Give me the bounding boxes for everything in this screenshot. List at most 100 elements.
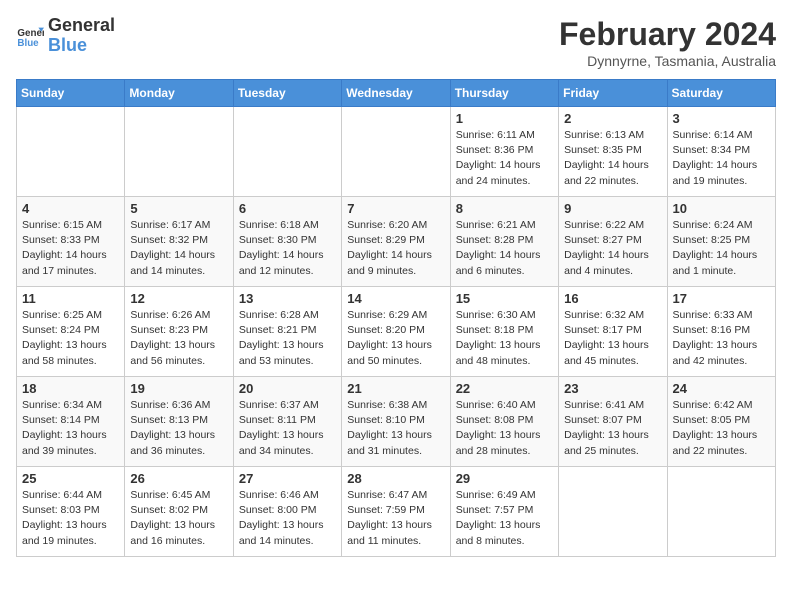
calendar-cell: 22Sunrise: 6:40 AMSunset: 8:08 PMDayligh…	[450, 377, 558, 467]
calendar-cell	[125, 107, 233, 197]
calendar-cell	[559, 467, 667, 557]
calendar-cell: 6Sunrise: 6:18 AMSunset: 8:30 PMDaylight…	[233, 197, 341, 287]
day-info: Sunrise: 6:20 AMSunset: 8:29 PMDaylight:…	[347, 218, 444, 279]
day-number: 9	[564, 201, 661, 216]
day-number: 19	[130, 381, 227, 396]
day-info: Sunrise: 6:46 AMSunset: 8:00 PMDaylight:…	[239, 488, 336, 549]
calendar-week-row: 11 Sunrise: 6:25 AMSunset: 8:24 PMDayligh…	[17, 287, 776, 377]
calendar-cell: 24Sunrise: 6:42 AMSunset: 8:05 PMDayligh…	[667, 377, 775, 467]
calendar-cell: 4Sunrise: 6:15 AMSunset: 8:33 PMDaylight…	[17, 197, 125, 287]
calendar-cell: 26Sunrise: 6:45 AMSunset: 8:02 PMDayligh…	[125, 467, 233, 557]
day-number: 22	[456, 381, 553, 396]
day-number: 6	[239, 201, 336, 216]
day-number: 15	[456, 291, 553, 306]
day-number: 17	[673, 291, 770, 306]
day-number: 2	[564, 111, 661, 126]
day-number: 4	[22, 201, 119, 216]
calendar-cell: 2 Sunrise: 6:13 AMSunset: 8:35 PMDaylight…	[559, 107, 667, 197]
day-info: Sunrise: 6:17 AMSunset: 8:32 PMDaylight:…	[130, 218, 227, 279]
calendar-cell: 9 Sunrise: 6:22 AMSunset: 8:27 PMDaylight…	[559, 197, 667, 287]
day-number: 28	[347, 471, 444, 486]
day-info: Sunrise: 6:22 AMSunset: 8:27 PMDaylight:…	[564, 218, 661, 279]
day-info: Sunrise: 6:14 AMSunset: 8:34 PMDaylight:…	[673, 128, 770, 189]
title-block: February 2024 Dynnyrne, Tasmania, Austra…	[559, 16, 776, 69]
day-number: 20	[239, 381, 336, 396]
calendar-week-row: 1Sunrise: 6:11 AMSunset: 8:36 PMDaylight…	[17, 107, 776, 197]
calendar-cell: 19Sunrise: 6:36 AMSunset: 8:13 PMDayligh…	[125, 377, 233, 467]
day-number: 3	[673, 111, 770, 126]
calendar-cell: 1Sunrise: 6:11 AMSunset: 8:36 PMDaylight…	[450, 107, 558, 197]
calendar-week-row: 18 Sunrise: 6:34 AMSunset: 8:14 PMDayligh…	[17, 377, 776, 467]
day-info: Sunrise: 6:29 AMSunset: 8:20 PMDaylight:…	[347, 308, 444, 369]
calendar-cell	[667, 467, 775, 557]
day-info: Sunrise: 6:32 AMSunset: 8:17 PMDaylight:…	[564, 308, 661, 369]
calendar-cell: 27 Sunrise: 6:46 AMSunset: 8:00 PMDayligh…	[233, 467, 341, 557]
day-number: 23	[564, 381, 661, 396]
calendar-subtitle: Dynnyrne, Tasmania, Australia	[559, 53, 776, 69]
day-number: 11	[22, 291, 119, 306]
day-info: Sunrise: 6:34 AMSunset: 8:14 PMDaylight:…	[22, 398, 119, 459]
svg-text:Blue: Blue	[17, 38, 39, 49]
day-number: 8	[456, 201, 553, 216]
day-info: Sunrise: 6:47 AMSunset: 7:59 PMDaylight:…	[347, 488, 444, 549]
day-number: 12	[130, 291, 227, 306]
day-number: 7	[347, 201, 444, 216]
calendar-cell: 29 Sunrise: 6:49 AMSunset: 7:57 PMDayligh…	[450, 467, 558, 557]
day-number: 29	[456, 471, 553, 486]
calendar-cell: 20 Sunrise: 6:37 AMSunset: 8:11 PMDayligh…	[233, 377, 341, 467]
calendar-cell	[233, 107, 341, 197]
calendar-cell	[17, 107, 125, 197]
calendar-cell: 7 Sunrise: 6:20 AMSunset: 8:29 PMDaylight…	[342, 197, 450, 287]
calendar-cell: 10 Sunrise: 6:24 AMSunset: 8:25 PMDayligh…	[667, 197, 775, 287]
calendar-week-row: 4Sunrise: 6:15 AMSunset: 8:33 PMDaylight…	[17, 197, 776, 287]
day-number: 21	[347, 381, 444, 396]
day-info: Sunrise: 6:26 AMSunset: 8:23 PMDaylight:…	[130, 308, 227, 369]
header-sunday: Sunday	[17, 80, 125, 107]
day-number: 27	[239, 471, 336, 486]
calendar-cell: 21 Sunrise: 6:38 AMSunset: 8:10 PMDayligh…	[342, 377, 450, 467]
day-info: Sunrise: 6:49 AMSunset: 7:57 PMDaylight:…	[456, 488, 553, 549]
day-number: 16	[564, 291, 661, 306]
calendar-cell: 8Sunrise: 6:21 AMSunset: 8:28 PMDaylight…	[450, 197, 558, 287]
calendar-cell: 28 Sunrise: 6:47 AMSunset: 7:59 PMDayligh…	[342, 467, 450, 557]
calendar-cell: 23Sunrise: 6:41 AMSunset: 8:07 PMDayligh…	[559, 377, 667, 467]
calendar-header-row: SundayMondayTuesdayWednesdayThursdayFrid…	[17, 80, 776, 107]
day-number: 5	[130, 201, 227, 216]
day-info: Sunrise: 6:37 AMSunset: 8:11 PMDaylight:…	[239, 398, 336, 459]
header-tuesday: Tuesday	[233, 80, 341, 107]
calendar-cell: 13 Sunrise: 6:28 AMSunset: 8:21 PMDayligh…	[233, 287, 341, 377]
logo-blue: Blue	[48, 36, 115, 56]
calendar-cell: 12 Sunrise: 6:26 AMSunset: 8:23 PMDayligh…	[125, 287, 233, 377]
day-info: Sunrise: 6:13 AMSunset: 8:35 PMDaylight:…	[564, 128, 661, 189]
calendar-cell: 3 Sunrise: 6:14 AMSunset: 8:34 PMDaylight…	[667, 107, 775, 197]
calendar-title: February 2024	[559, 16, 776, 53]
calendar-table: SundayMondayTuesdayWednesdayThursdayFrid…	[16, 79, 776, 557]
calendar-cell: 5 Sunrise: 6:17 AMSunset: 8:32 PMDaylight…	[125, 197, 233, 287]
day-info: Sunrise: 6:42 AMSunset: 8:05 PMDaylight:…	[673, 398, 770, 459]
logo: General Blue General Blue	[16, 16, 115, 56]
calendar-week-row: 25Sunrise: 6:44 AMSunset: 8:03 PMDayligh…	[17, 467, 776, 557]
calendar-cell	[342, 107, 450, 197]
day-info: Sunrise: 6:38 AMSunset: 8:10 PMDaylight:…	[347, 398, 444, 459]
day-info: Sunrise: 6:28 AMSunset: 8:21 PMDaylight:…	[239, 308, 336, 369]
calendar-cell: 18 Sunrise: 6:34 AMSunset: 8:14 PMDayligh…	[17, 377, 125, 467]
day-info: Sunrise: 6:24 AMSunset: 8:25 PMDaylight:…	[673, 218, 770, 279]
logo-general: General	[48, 16, 115, 36]
day-number: 13	[239, 291, 336, 306]
day-info: Sunrise: 6:25 AMSunset: 8:24 PMDaylight:…	[22, 308, 119, 369]
calendar-cell: 17Sunrise: 6:33 AMSunset: 8:16 PMDayligh…	[667, 287, 775, 377]
header-saturday: Saturday	[667, 80, 775, 107]
day-number: 18	[22, 381, 119, 396]
day-info: Sunrise: 6:45 AMSunset: 8:02 PMDaylight:…	[130, 488, 227, 549]
header-wednesday: Wednesday	[342, 80, 450, 107]
day-info: Sunrise: 6:11 AMSunset: 8:36 PMDaylight:…	[456, 128, 553, 189]
day-info: Sunrise: 6:30 AMSunset: 8:18 PMDaylight:…	[456, 308, 553, 369]
calendar-cell: 14Sunrise: 6:29 AMSunset: 8:20 PMDayligh…	[342, 287, 450, 377]
header-thursday: Thursday	[450, 80, 558, 107]
header-monday: Monday	[125, 80, 233, 107]
logo-icon: General Blue	[16, 22, 44, 50]
calendar-cell: 25Sunrise: 6:44 AMSunset: 8:03 PMDayligh…	[17, 467, 125, 557]
day-number: 10	[673, 201, 770, 216]
calendar-cell: 11 Sunrise: 6:25 AMSunset: 8:24 PMDayligh…	[17, 287, 125, 377]
day-number: 25	[22, 471, 119, 486]
